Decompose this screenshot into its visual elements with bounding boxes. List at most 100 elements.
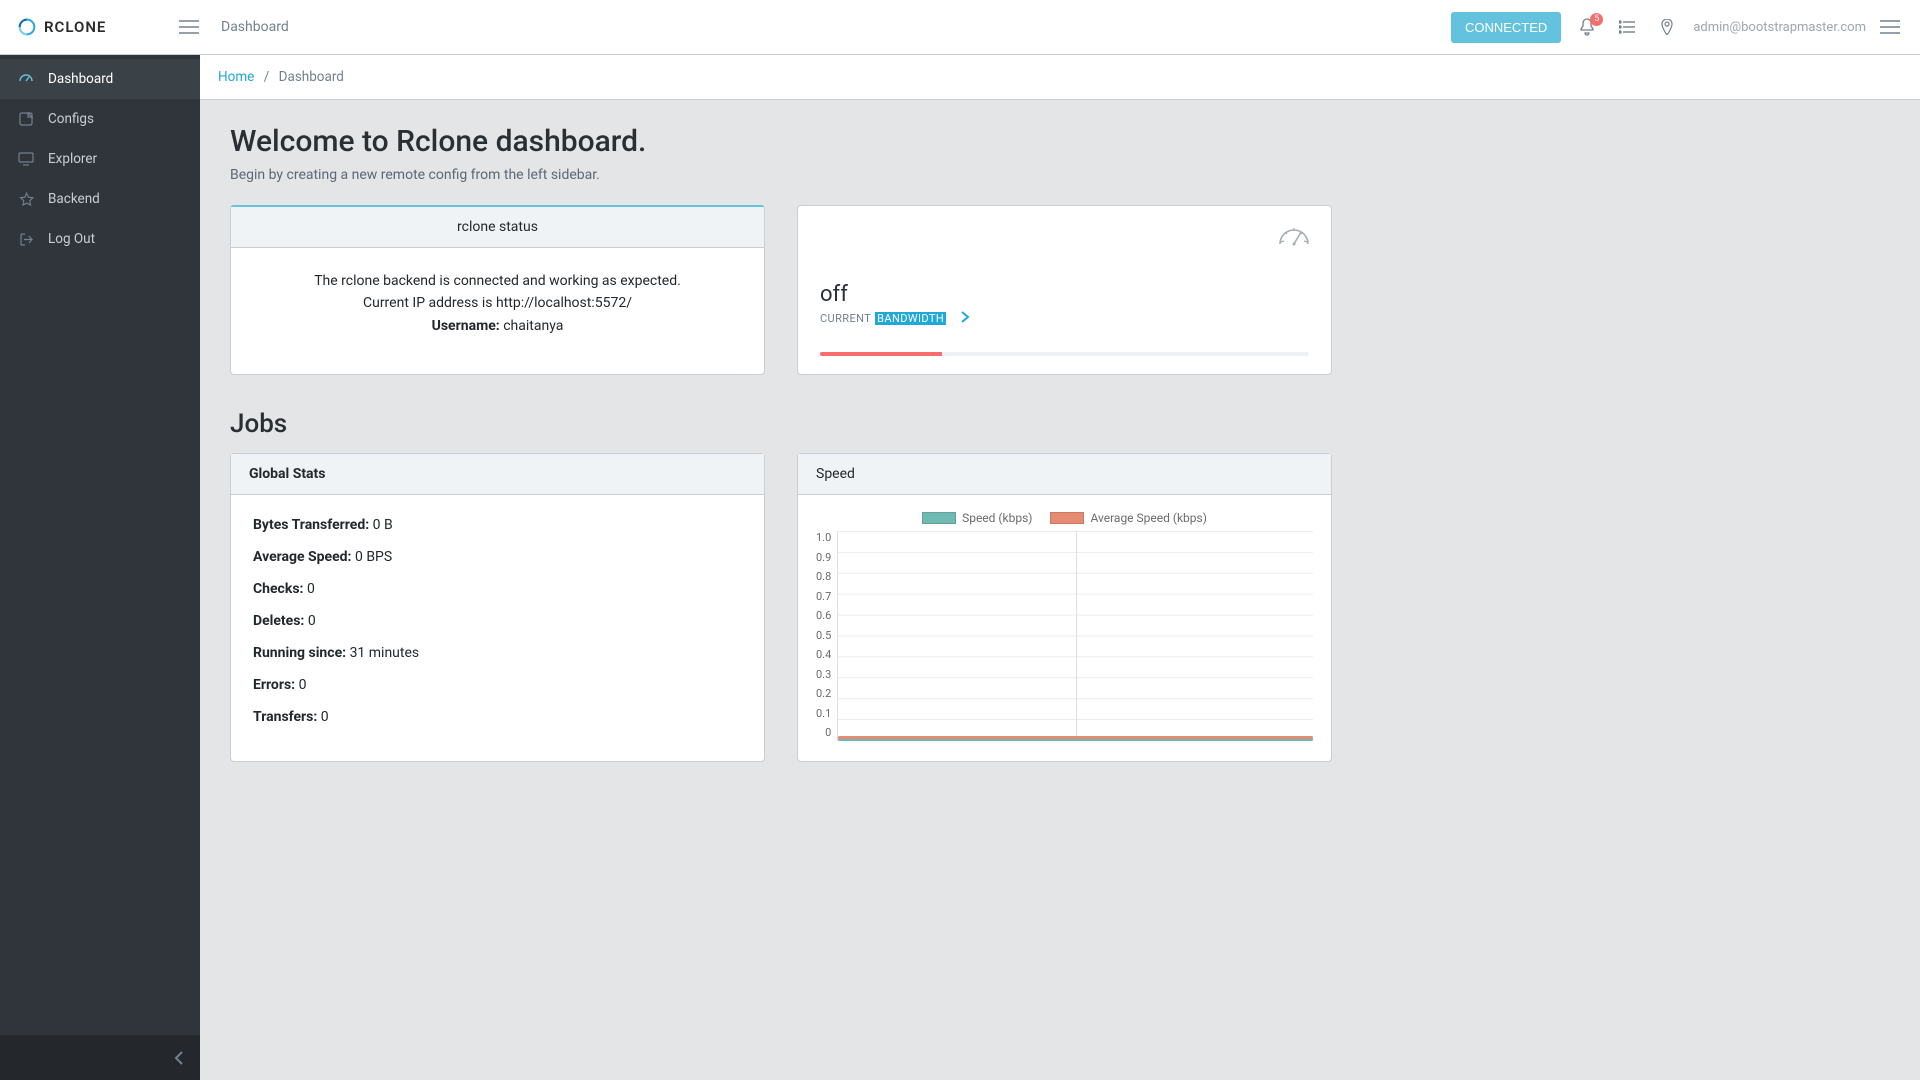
header-page-title: Dashboard <box>221 19 289 35</box>
notifications-button[interactable]: 5 <box>1567 7 1607 47</box>
y-tick: 0.8 <box>816 570 831 583</box>
bandwidth-card: off CURRENT BANDWIDTH <box>797 205 1332 375</box>
status-ip-value: http://localhost:5572/ <box>496 295 632 311</box>
chevron-left-icon <box>174 1051 184 1065</box>
page-subtitle: Begin by creating a new remote config fr… <box>230 167 1890 183</box>
y-tick: 1.0 <box>816 531 831 544</box>
stat-value: 0 <box>299 677 307 693</box>
logout-icon <box>18 231 34 247</box>
chart-legend: Speed (kbps) Average Speed (kbps) <box>816 511 1313 525</box>
welcome-block: Welcome to Rclone dashboard. Begin by cr… <box>230 124 1890 183</box>
location-button[interactable] <box>1647 7 1687 47</box>
stat-label: Checks: <box>253 581 307 597</box>
status-line-username: Username: chaitanya <box>253 315 742 337</box>
sidebar-item-label: Backend <box>48 191 100 207</box>
bandwidth-label: CURRENT BANDWIDTH <box>820 311 1309 326</box>
stat-row: Errors: 0 <box>253 677 742 693</box>
main-content: Home / Dashboard Welcome to Rclone dashb… <box>200 55 1920 1080</box>
stat-label: Average Speed: <box>253 549 355 565</box>
chart-gridline <box>1076 531 1077 740</box>
sidebar-minimize-button[interactable] <box>0 1035 200 1080</box>
y-tick: 0.4 <box>816 648 831 661</box>
brand-name: RCLONE <box>44 18 106 36</box>
screen-icon <box>18 151 34 167</box>
stat-row: Bytes Transferred: 0 B <box>253 517 742 533</box>
chart-series-line <box>838 736 1313 739</box>
list-icon <box>1619 20 1635 34</box>
speed-chart: 1.0 0.9 0.8 0.7 0.6 0.5 0.4 0.3 0.2 0.1 0 <box>816 531 1313 741</box>
sidebar-toggle-button[interactable] <box>175 15 203 39</box>
sidebar-item-label: Log Out <box>48 231 95 247</box>
connection-status-button[interactable]: CONNECTED <box>1451 12 1561 43</box>
legend-swatch <box>1050 512 1084 524</box>
user-email[interactable]: admin@bootstrapmaster.com <box>1693 20 1866 35</box>
card-header: Global Stats <box>231 454 764 495</box>
y-tick: 0 <box>816 726 831 739</box>
speed-card: Speed Speed (kbps) Average Speed (kbps) 1… <box>797 453 1332 762</box>
y-tick: 0.6 <box>816 609 831 622</box>
y-tick: 0.7 <box>816 590 831 603</box>
y-tick: 0.1 <box>816 707 831 720</box>
stat-label: Running since: <box>253 645 350 661</box>
y-tick: 0.3 <box>816 668 831 681</box>
speedometer-icon <box>18 71 34 87</box>
status-line-ip: Current IP address is http://localhost:5… <box>253 292 742 314</box>
chart-y-axis: 1.0 0.9 0.8 0.7 0.6 0.5 0.4 0.3 0.2 0.1 0 <box>816 531 837 741</box>
status-username-value: chaitanya <box>503 318 563 334</box>
sidebar-item-backend[interactable]: Backend <box>0 179 200 219</box>
rclone-status-card: rclone status The rclone backend is conn… <box>230 205 765 375</box>
bandwidth-settings-button[interactable] <box>960 311 970 326</box>
status-line-connected: The rclone backend is connected and work… <box>253 270 742 292</box>
sidebar-item-label: Configs <box>48 111 94 127</box>
bandwidth-progress <box>820 352 1309 356</box>
sidebar-item-configs[interactable]: Configs <box>0 99 200 139</box>
stat-value: 0 <box>321 709 329 725</box>
star-icon <box>18 191 34 207</box>
sidebar-item-dashboard[interactable]: Dashboard <box>0 59 200 99</box>
y-tick: 0.9 <box>816 551 831 564</box>
stat-value: 0 B <box>373 517 393 533</box>
chevron-right-icon <box>960 311 970 323</box>
aside-toggle-button[interactable] <box>1876 15 1904 39</box>
bandwidth-value: off <box>820 282 1309 307</box>
sidebar: Dashboard Configs Explorer Backend <box>0 55 200 1080</box>
breadcrumb-separator: / <box>264 69 270 85</box>
legend-item[interactable]: Speed (kbps) <box>922 511 1032 525</box>
legend-swatch <box>922 512 956 524</box>
stat-row: Transfers: 0 <box>253 709 742 725</box>
stat-value: 31 minutes <box>350 645 420 661</box>
tasks-button[interactable] <box>1607 7 1647 47</box>
y-tick: 0.2 <box>816 687 831 700</box>
brand[interactable]: RCLONE <box>16 16 151 38</box>
location-pin-icon <box>1661 19 1673 35</box>
legend-item[interactable]: Average Speed (kbps) <box>1050 511 1206 525</box>
stat-row: Deletes: 0 <box>253 613 742 629</box>
card-header: Speed <box>798 454 1331 495</box>
sidebar-item-label: Dashboard <box>48 71 113 87</box>
sidebar-item-label: Explorer <box>48 151 97 167</box>
breadcrumb-current: Dashboard <box>279 69 344 85</box>
stat-label: Bytes Transferred: <box>253 517 373 533</box>
breadcrumb-home-link[interactable]: Home <box>218 69 254 85</box>
speedometer-icon <box>1277 220 1311 254</box>
sidebar-item-explorer[interactable]: Explorer <box>0 139 200 179</box>
card-header: rclone status <box>231 207 764 248</box>
notification-count-badge: 5 <box>1590 13 1603 26</box>
sidebar-item-logout[interactable]: Log Out <box>0 219 200 259</box>
stat-label: Transfers: <box>253 709 321 725</box>
legend-label: Average Speed (kbps) <box>1090 511 1206 525</box>
top-header: RCLONE Dashboard CONNECTED 5 admin@boots… <box>0 0 1920 55</box>
stat-label: Errors: <box>253 677 299 693</box>
stat-label: Deletes: <box>253 613 308 629</box>
stat-value: 0 BPS <box>355 549 392 565</box>
page-title: Welcome to Rclone dashboard. <box>230 124 1890 159</box>
stat-value: 0 <box>307 581 315 597</box>
stat-row: Average Speed: 0 BPS <box>253 549 742 565</box>
chart-plot-area <box>837 531 1313 741</box>
brand-logo-icon <box>16 16 38 38</box>
note-icon <box>18 111 34 127</box>
y-tick: 0.5 <box>816 629 831 642</box>
jobs-heading: Jobs <box>230 409 1890 439</box>
breadcrumb: Home / Dashboard <box>200 55 1920 100</box>
global-stats-card: Global Stats Bytes Transferred: 0 B Avera… <box>230 453 765 762</box>
